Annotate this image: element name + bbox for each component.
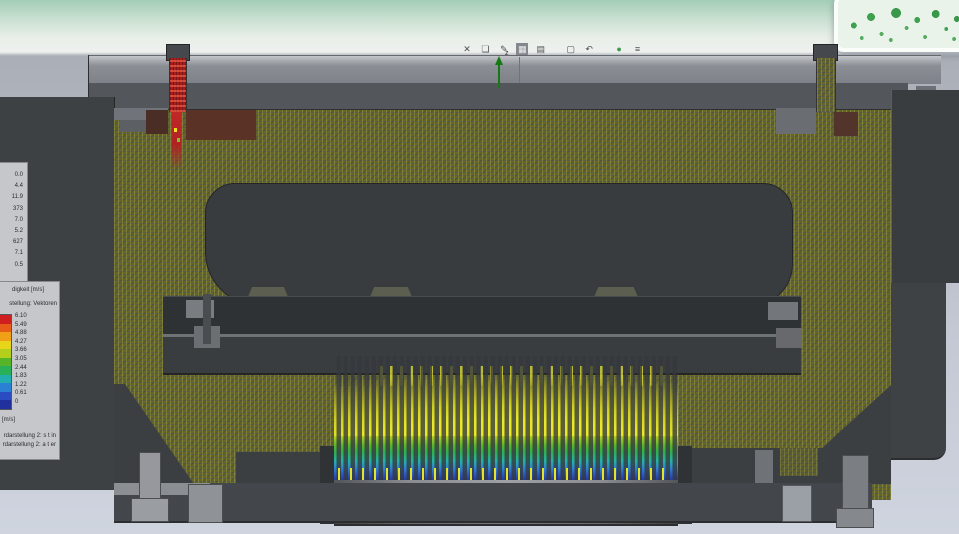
- colorbar-cell: [0, 366, 11, 375]
- machine-leg-2: [188, 484, 223, 523]
- machine-right-wall-lower: [891, 283, 946, 460]
- colorbar-cell: [0, 392, 11, 401]
- section-view-icon[interactable]: ▦: [516, 43, 528, 55]
- legend-upper-value: 0.0: [12, 170, 23, 181]
- toolbar-separator: [553, 40, 558, 52]
- machine-leg-1-base: [131, 498, 169, 522]
- legend-unit: e [m/s]: [0, 416, 15, 424]
- legend-upper: 0.0 4.4 11.9 373 7.0 5.2 627 7.1 0.5: [0, 162, 28, 283]
- colorbar-cell: [0, 358, 11, 367]
- axis-arrow-stem: [498, 64, 500, 88]
- clipboard-icon[interactable]: ▤: [535, 43, 547, 55]
- legend-footnote-2: rdarstellung 2: a t er: [0, 441, 56, 449]
- colorbar-cell: [0, 324, 11, 333]
- legend-upper-value: 11.9: [12, 192, 23, 203]
- machine-right-wall-upper: [891, 90, 959, 283]
- colorbar-label: 6.10: [15, 312, 27, 321]
- seal-left-a: [146, 110, 168, 134]
- colorbar-label: 1.22: [15, 381, 27, 390]
- legend-upper-value: 0.5: [12, 260, 23, 271]
- colorbar-cell: [0, 341, 11, 350]
- legend-upper-value: 373: [12, 204, 23, 215]
- colorbar-cell: [0, 375, 11, 384]
- colorbar-label: 3.05: [15, 355, 27, 364]
- seal-right: [834, 112, 858, 136]
- legend-upper-value: 4.4: [12, 181, 23, 192]
- legend-footnote-1: rdarstellung 2: s t in: [0, 432, 56, 440]
- outlet-curtain-slats: [334, 356, 678, 484]
- colorbar-label: 0: [15, 398, 27, 407]
- colorbar-cell: [0, 400, 11, 409]
- render-icon[interactable]: ●: [613, 43, 625, 55]
- legend-title: stellung: Vektoren: [9, 300, 57, 308]
- colorbar-label: 2.44: [15, 364, 27, 373]
- undo-icon[interactable]: ↶: [583, 43, 595, 55]
- heads-up-toolbar: ✕ ❏ ✎ ▦ ▤ ▢ ↶ ● ≡: [460, 39, 645, 53]
- legend-upper-value: 7.1: [12, 248, 23, 259]
- legend-upper-value: 627: [12, 237, 23, 248]
- machine-leg-3: [755, 450, 773, 483]
- toolbar-separator: [602, 40, 607, 52]
- colorbar-label: 1.83: [15, 372, 27, 381]
- plate-end-right-a: [768, 302, 798, 320]
- colorbar-label: 3.66: [15, 346, 27, 355]
- colorbar-label: 5.49: [15, 321, 27, 330]
- legend-upper-value: 5.2: [12, 226, 23, 237]
- jet-spark-b: [177, 138, 180, 142]
- heater-plate-main: [163, 296, 801, 337]
- plate-seam-line: [519, 57, 520, 83]
- machine-leg-5-base: [836, 508, 874, 528]
- jet-spark-a: [174, 128, 177, 132]
- colorbar-cell: [0, 315, 11, 324]
- clamp-right: [776, 108, 816, 134]
- particle-inset-card: [834, 0, 959, 52]
- seal-left-b: [186, 110, 256, 140]
- plate-end-left-pin: [203, 294, 211, 344]
- colorbar-cell: [0, 349, 11, 358]
- machine-leg-1: [139, 452, 161, 502]
- machine-leg-4: [782, 485, 812, 522]
- options-icon[interactable]: ≡: [632, 43, 644, 55]
- base-band: [114, 483, 872, 523]
- plate-end-right-b: [776, 328, 802, 348]
- select-icon[interactable]: ✕: [461, 43, 473, 55]
- legend-upper-value: 7.0: [12, 215, 23, 226]
- legend-unit-header: digkeit [m/s]: [12, 286, 44, 294]
- colorbar-cell: [0, 383, 11, 392]
- colorbar-label: 4.27: [15, 338, 27, 347]
- legend-velocity: digkeit [m/s] stellung: Vektoren 6.10 5.…: [0, 281, 60, 460]
- sketch-icon[interactable]: ❏: [479, 43, 491, 55]
- colorbar: [0, 314, 12, 410]
- inlet-vectors-red: [169, 58, 187, 112]
- viewport-3d[interactable]: 0.0 4.4 11.9 373 7.0 5.2 627 7.1 0.5 dig…: [0, 0, 959, 534]
- display-box-icon[interactable]: ▢: [565, 43, 577, 55]
- colorbar-cell: [0, 332, 11, 341]
- inlet-column-right: [816, 58, 836, 112]
- flow-tongue-right: [780, 448, 818, 476]
- axis-label: z: [505, 50, 509, 57]
- machine-leg-5: [842, 455, 869, 510]
- colorbar-label: 0.61: [15, 389, 27, 398]
- colorbar-label: 4.88: [15, 329, 27, 338]
- inner-cavity: [205, 183, 793, 306]
